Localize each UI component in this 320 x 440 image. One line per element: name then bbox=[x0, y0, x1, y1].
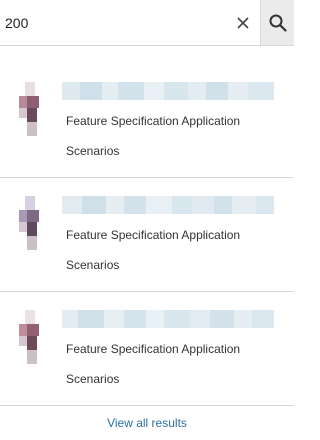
view-all-results-link[interactable]: View all results bbox=[0, 406, 294, 440]
result-item[interactable]: Feature Specification Application Scenar… bbox=[0, 292, 294, 406]
result-thumbnail bbox=[17, 196, 41, 252]
result-title-redacted bbox=[62, 310, 274, 328]
result-category: Scenarios bbox=[66, 372, 120, 386]
result-title-redacted bbox=[62, 196, 274, 214]
result-item[interactable]: Feature Specification Application Scenar… bbox=[0, 46, 294, 178]
result-category: Scenarios bbox=[66, 258, 120, 272]
search-bar bbox=[0, 0, 294, 46]
search-button[interactable] bbox=[260, 0, 294, 45]
result-title-redacted bbox=[62, 82, 274, 100]
result-thumbnail bbox=[17, 82, 41, 138]
close-icon bbox=[237, 16, 249, 29]
result-category: Scenarios bbox=[66, 144, 120, 158]
result-thumbnail bbox=[17, 310, 41, 366]
results-list: Feature Specification Application Scenar… bbox=[0, 46, 294, 406]
result-subtitle: Feature Specification Application bbox=[66, 114, 241, 128]
search-input[interactable] bbox=[0, 0, 226, 45]
result-subtitle: Feature Specification Application bbox=[66, 342, 241, 356]
result-subtitle: Feature Specification Application bbox=[66, 228, 241, 242]
search-icon bbox=[269, 14, 287, 32]
clear-search-button[interactable] bbox=[226, 0, 260, 45]
result-item[interactable]: Feature Specification Application Scenar… bbox=[0, 178, 294, 292]
